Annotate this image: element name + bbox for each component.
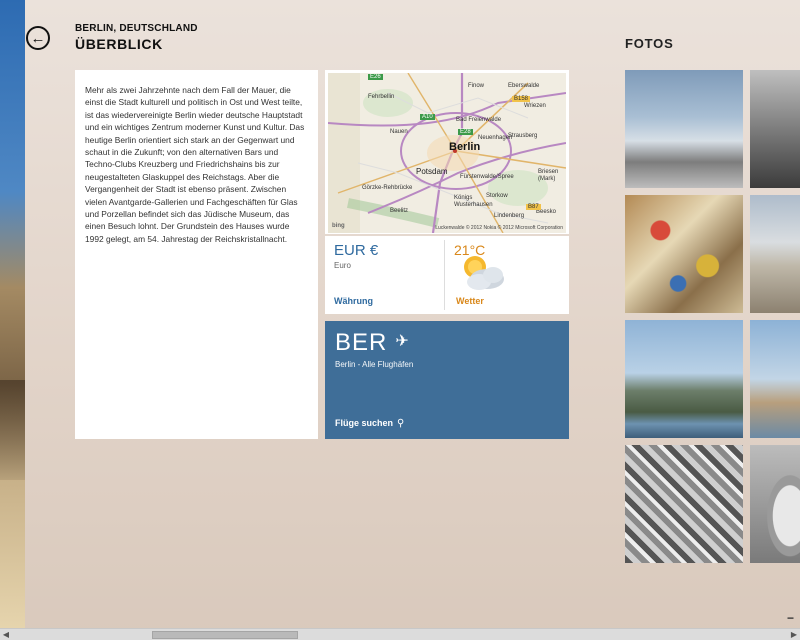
- photo-tile-love-locks[interactable]: [625, 195, 743, 313]
- map-place: Eberswalde: [508, 83, 540, 89]
- currency-name: Euro: [334, 261, 351, 270]
- map-tile[interactable]: E26 Finow Eberswalde B158 Wriezen Fehrbe…: [325, 70, 569, 234]
- search-flights-link[interactable]: Flüge suchen ⚲: [335, 418, 404, 429]
- map-place: Nauen: [390, 129, 408, 135]
- city-label: BERLIN, DEUTSCHLAND: [75, 23, 198, 34]
- back-button[interactable]: ←: [26, 26, 50, 50]
- map-view[interactable]: E26 Finow Eberswalde B158 Wriezen Fehrbe…: [328, 73, 566, 233]
- map-place: Lindenberg: [494, 213, 525, 219]
- panorama-strip: [0, 0, 25, 640]
- photo-tile-glass-dome[interactable]: [750, 445, 800, 563]
- map-place: Beelitz: [390, 208, 409, 214]
- currency-link[interactable]: Währung: [334, 296, 373, 306]
- bing-logo: bing: [332, 223, 345, 229]
- description-text: Mehr als zwei Jahrzehnte nach dem Fall d…: [85, 85, 305, 244]
- airport-subtitle: Berlin - Alle Flughäfen: [335, 360, 414, 369]
- airport-code: BER: [335, 329, 388, 356]
- partly-cloudy-icon: [464, 256, 504, 290]
- semantic-zoom-button[interactable]: −: [787, 611, 794, 625]
- map-place: Görzke-Rehbrücke: [362, 185, 413, 191]
- road-a10: A10: [420, 114, 435, 120]
- map-place: Fürstenwalde/Spree: [460, 174, 514, 180]
- flights-tile[interactable]: BER ✈ Berlin - Alle Flughäfen Flüge suche…: [325, 321, 569, 439]
- search-flights-label: Flüge suchen: [335, 418, 394, 428]
- horizontal-scrollbar[interactable]: ◀ ▶: [0, 628, 800, 640]
- scroll-thumb[interactable]: [152, 631, 298, 639]
- map-credit: Luckenwalde © 2012 Nokia © 2012 Microsof…: [435, 225, 563, 231]
- road-b87: B87: [526, 204, 541, 210]
- photo-tile-berliner-dom[interactable]: [625, 320, 743, 438]
- map-place: Finow: [468, 83, 485, 89]
- scroll-left-icon[interactable]: ◀: [0, 629, 12, 640]
- road-e28: E28: [458, 129, 473, 135]
- photo-tile-metal-art[interactable]: [625, 445, 743, 563]
- map-place: Strausberg: [508, 133, 538, 139]
- map-city-berlin: Berlin: [449, 141, 481, 153]
- scroll-right-icon[interactable]: ▶: [788, 629, 800, 640]
- description-card: Mehr als zwei Jahrzehnte nach dem Fall d…: [75, 70, 318, 439]
- map-place: Bad Freienwalde: [456, 117, 502, 123]
- section-title: ÜBERBLICK: [75, 36, 163, 52]
- road-b158: B158: [512, 96, 531, 102]
- photo-tile-molecule-man[interactable]: [625, 70, 743, 188]
- photos-section-title[interactable]: FOTOS: [625, 36, 674, 51]
- map-place: Briesen (Mark): [538, 169, 559, 182]
- plane-icon: ✈: [395, 333, 409, 350]
- photo-tile-river[interactable]: [750, 320, 800, 438]
- currency-code: EUR €: [334, 242, 379, 259]
- search-icon: ⚲: [397, 418, 405, 429]
- map-place: Potsdam: [416, 167, 448, 176]
- map-place: Fehrbellin: [368, 94, 395, 100]
- back-arrow-icon: ←: [30, 29, 46, 47]
- map-place: Wriezen: [524, 103, 546, 109]
- currency-weather-card: EUR € Euro Währung 21°C Wetter: [325, 236, 569, 314]
- map-place: Storkow: [486, 193, 508, 199]
- photo-tile-reichstag[interactable]: [750, 195, 800, 313]
- weather-tile[interactable]: 21°C Wetter: [445, 236, 569, 314]
- photo-tile-building[interactable]: [750, 70, 800, 188]
- road-e26: E26: [368, 74, 383, 80]
- currency-tile[interactable]: EUR € Euro Währung: [325, 236, 443, 314]
- panorama-shade: [0, 380, 25, 480]
- weather-link[interactable]: Wetter: [456, 296, 484, 306]
